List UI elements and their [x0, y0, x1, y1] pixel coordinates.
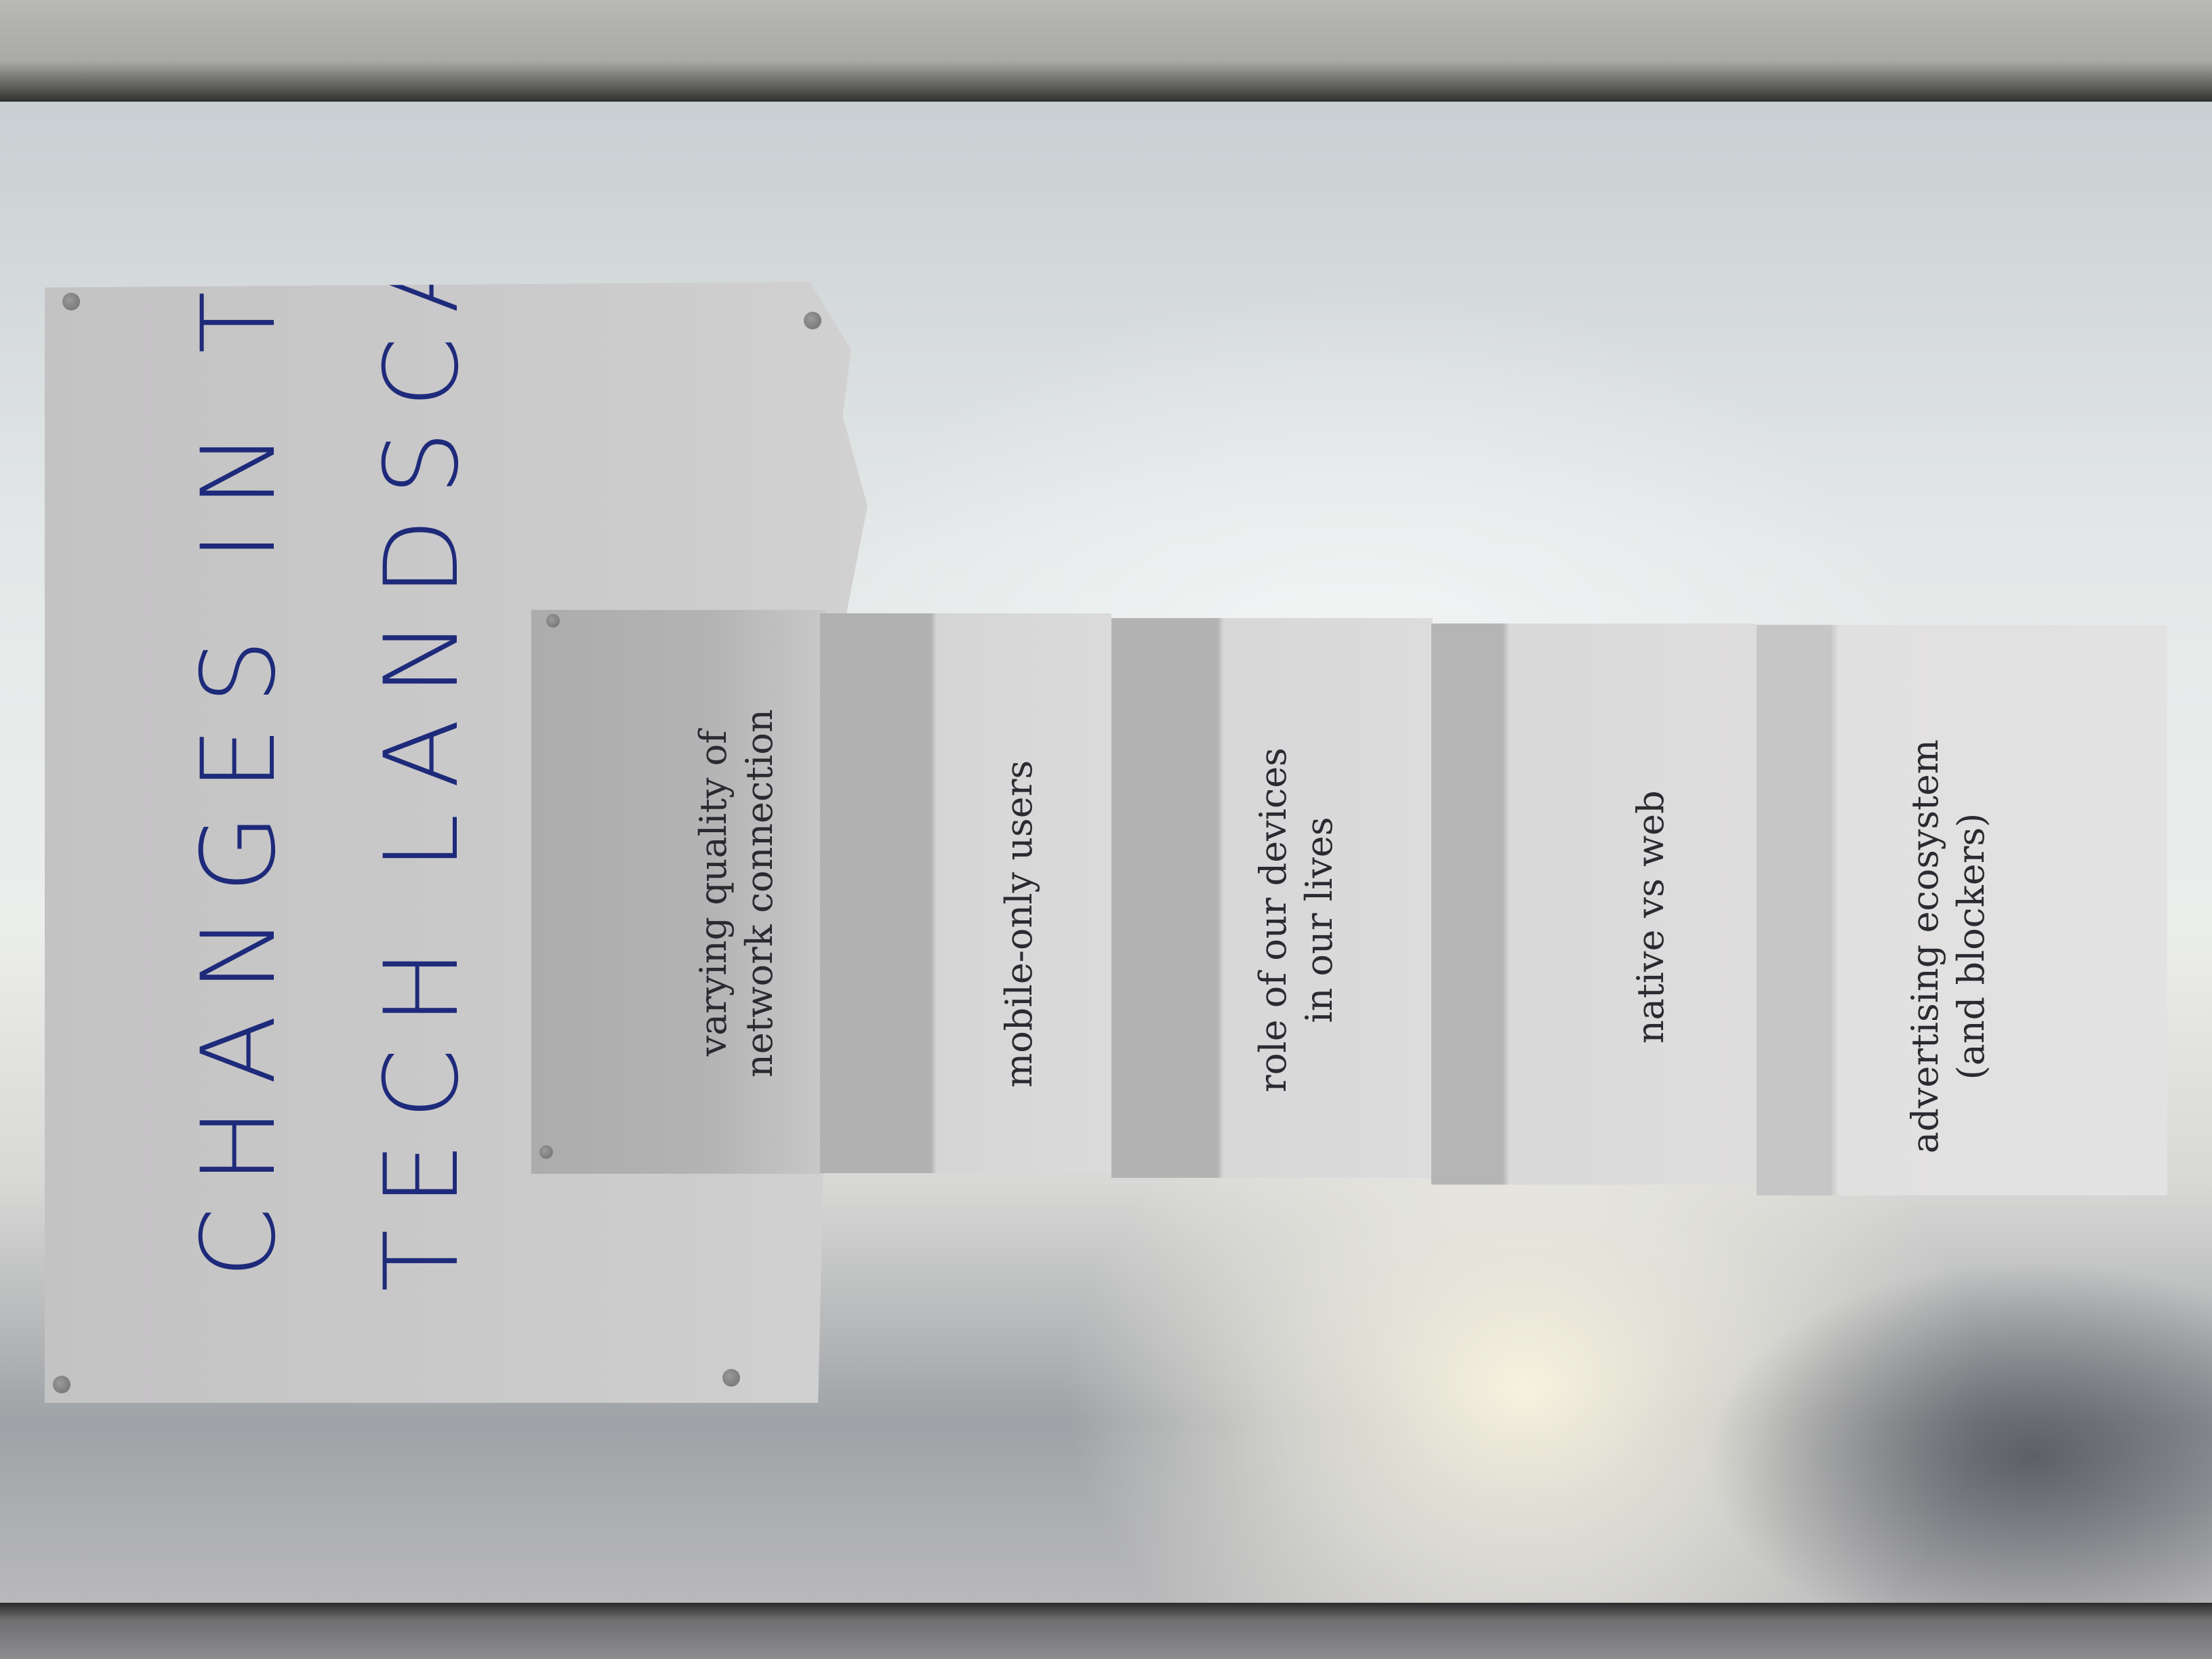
sheet-1-text: varying quality of network connection	[691, 709, 783, 1078]
pushpin-icon	[53, 1376, 70, 1393]
sheet-2: mobile-only users	[820, 613, 1111, 1173]
sheet-5: advertising ecosystem (and blockers)	[1757, 625, 2167, 1195]
window-frame-bottom	[0, 1603, 2212, 1659]
sheet-2-text: mobile-only users	[996, 760, 1042, 1088]
sheet-4-text: native vs web	[1628, 790, 1674, 1044]
sheet-3-line-2: in our lives	[1298, 817, 1340, 1023]
sheet-3-line-1: role of our devices	[1252, 747, 1294, 1092]
photo-scene: CHANGES IN THE TECH LANDSCAPE varying qu…	[0, 0, 2212, 1659]
pushpin-icon	[722, 1369, 740, 1387]
sheet-1: varying quality of network connection	[531, 610, 825, 1174]
pushpin-icon	[62, 293, 80, 310]
pushpin-icon	[546, 614, 560, 628]
sheet-5-text: advertising ecosystem (and blockers)	[1902, 739, 1994, 1153]
sheet-5-line-2: (and blockers)	[1950, 813, 1992, 1080]
sheet-1-line-2: network connection	[738, 709, 781, 1078]
sheet-2-line-1: mobile-only users	[998, 760, 1040, 1088]
shadow	[1626, 1254, 2212, 1606]
sheet-3-text: role of our devices in our lives	[1250, 747, 1343, 1092]
pushpin-icon	[804, 312, 821, 329]
sheet-3: role of our devices in our lives	[1111, 618, 1433, 1178]
sheet-4-line-1: native vs web	[1629, 790, 1672, 1044]
pushpin-icon	[539, 1145, 553, 1159]
sheet-4: native vs web	[1431, 623, 1757, 1185]
sheet-5-line-1: advertising ecosystem	[1904, 739, 1946, 1153]
window-frame-top	[0, 0, 2212, 102]
sheet-1-line-1: varying quality of	[692, 730, 735, 1057]
